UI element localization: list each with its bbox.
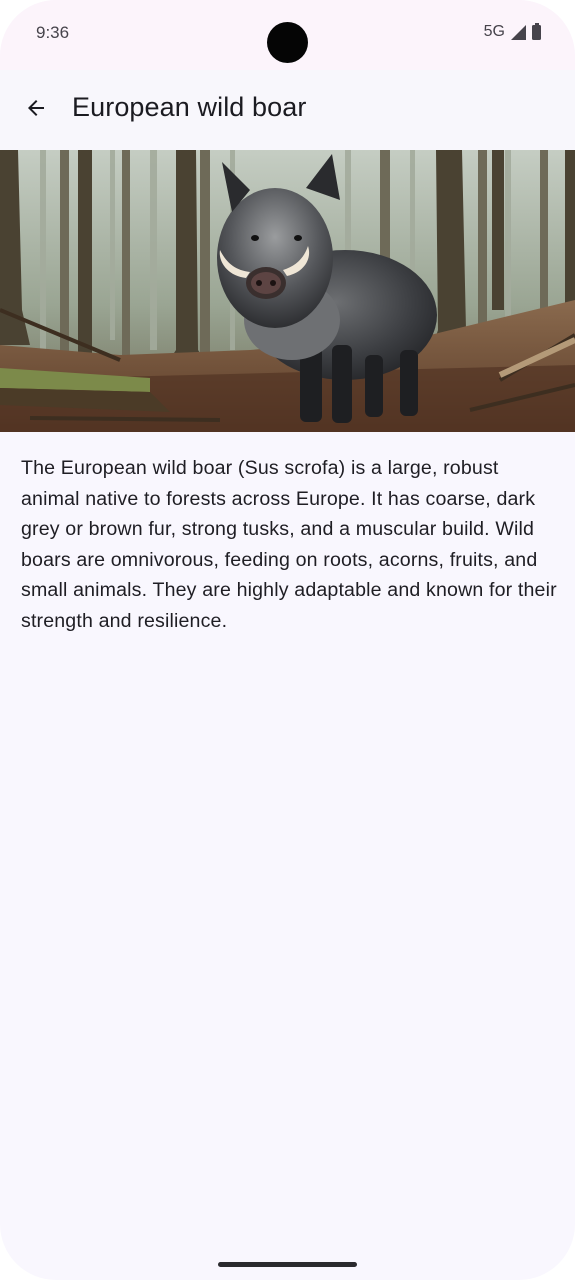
screen: 9:36 5G European wild boar The European …: [0, 0, 575, 1280]
hero-image: [0, 150, 575, 432]
status-bar: 9:36 5G: [0, 0, 575, 70]
app-bar: European wild boar: [0, 70, 575, 150]
back-button[interactable]: [14, 86, 58, 130]
page-title: European wild boar: [72, 92, 307, 122]
status-time: 9:36: [36, 23, 70, 42]
arrow-back-icon: [28, 100, 44, 116]
status-indicators: 5G: [483, 22, 541, 41]
signal-icon: [511, 24, 526, 40]
network-type-label: 5G: [483, 23, 505, 40]
wild-boar-photo: [0, 150, 575, 432]
description-text: The European wild boar (Sus scrofa) is a…: [21, 457, 557, 632]
battery-icon: [532, 22, 541, 40]
camera-cutout: [267, 22, 308, 63]
home-indicator[interactable]: [218, 1262, 357, 1267]
